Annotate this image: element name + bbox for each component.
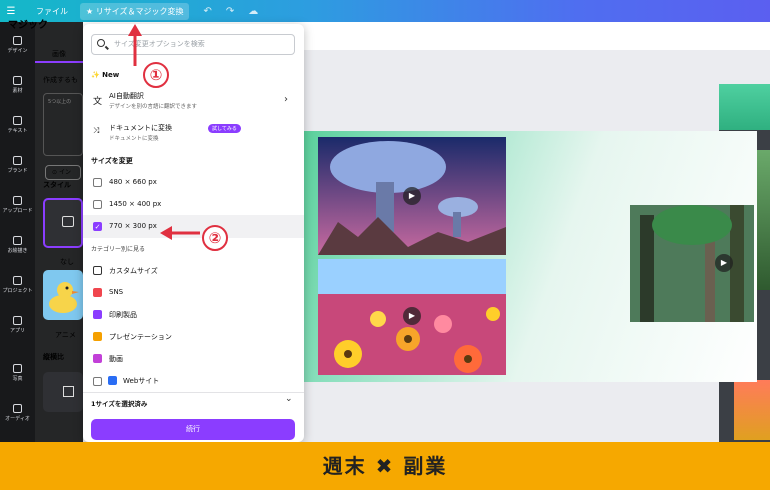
arrow-up-head	[128, 24, 142, 36]
canva-editor: ☰ ファイル ★ リサイズ＆マジック変換 ↶ ↷ ☁ デザイン 素材 テキスト …	[0, 0, 770, 490]
annotation-arrows	[128, 24, 200, 240]
annotation-step-2: ②	[202, 225, 228, 251]
bottom-banner: 週末 ✖ 副業	[0, 442, 770, 490]
arrow-left-head	[160, 226, 172, 240]
annotation-step-1: ①	[143, 62, 169, 88]
